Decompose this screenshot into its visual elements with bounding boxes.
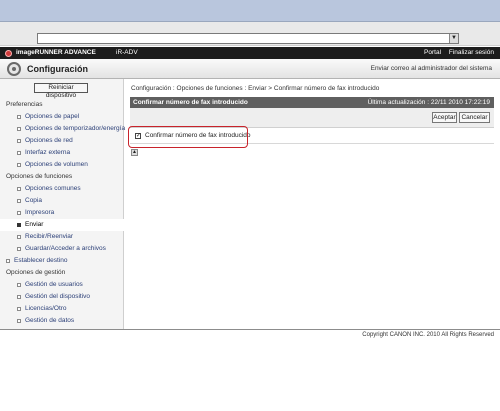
sidebar-item[interactable]: Copia [0,195,124,207]
sidebar-item-label: Gestión de usuarios [25,281,83,288]
mail-admin-link[interactable]: Enviar correo al administrador del siste… [371,65,492,72]
sidebar-item[interactable]: Opciones de volumen [0,159,124,171]
sidebar-item[interactable]: Guardar/Acceder a archivos [0,243,124,255]
accept-button[interactable]: Aceptar [432,112,457,123]
brand-links: Portal Finalizar sesión [418,49,494,56]
copyright-text: Copyright CANON INC. 2010 All Rights Res… [362,332,494,338]
footer: Copyright CANON INC. 2010 All Rights Res… [0,329,500,411]
sidebar-item[interactable]: Establecer destino [0,255,124,267]
bullet-icon [17,139,21,143]
action-bar: Aceptar Cancelar [130,108,494,128]
bullet-icon [17,187,21,191]
browser-title-bar [0,0,500,22]
bullet-icon [17,283,21,287]
bullet-icon [17,115,21,119]
device-model: iR-ADV [116,49,138,56]
bullet-icon [17,151,21,155]
highlight-outline [128,126,248,148]
sidebar-item-label: Opciones de temporizador/energía [25,125,126,132]
sidebar-item[interactable]: Gestión de usuarios [0,279,124,291]
sidebar-item-label: Impresora [25,209,55,216]
sidebar-item[interactable]: Recibir/Reenviar [0,231,124,243]
app-header: Configuración Enviar correo al administr… [0,59,500,79]
sidebar-section-heading: Opciones de funciones [6,173,73,180]
bullet-icon [17,199,21,203]
bullet-icon [17,307,21,311]
sidebar-item-label: Gestión de datos [25,317,75,324]
sidebar-nav: Preferencias Opciones de papel Opciones de… [0,99,126,327]
chevron-down-icon[interactable]: ▼ [449,34,458,43]
sidebar-item[interactable]: Licencias/Otro [0,303,124,315]
sidebar-item[interactable]: Gestión de datos [0,315,124,327]
sidebar-item-label: Opciones de papel [25,113,80,120]
bullet-icon [17,127,21,131]
logout-link[interactable]: Finalizar sesión [449,49,494,56]
scroll-top-icon[interactable]: ▲ [131,149,138,156]
sidebar: Reiniciar dispositivo Preferencias Opcion… [0,79,126,329]
sidebar-item-label: Guardar/Acceder a archivos [25,245,106,252]
sidebar-item-label: Recibir/Reenviar [25,233,74,240]
sidebar-item-label: Opciones comunes [25,185,81,192]
gear-icon [7,62,21,76]
sidebar-item[interactable]: Opciones de red [0,135,124,147]
bullet-icon [17,247,21,251]
sidebar-item-active[interactable]: Enviar [0,219,124,231]
sidebar-item[interactable]: Interfaz externa [0,147,124,159]
sidebar-item-label: Establecer destino [14,257,68,264]
sidebar-item-label: Copia [25,197,42,204]
reboot-device-button[interactable]: Reiniciar dispositivo [34,83,88,99]
bullet-icon [17,211,21,215]
sidebar-item-label: Opciones de red [25,137,73,144]
panel-title: Confirmar número de fax introducido [133,99,248,106]
sidebar-item-label: Licencias/Otro [25,305,67,312]
sidebar-section-heading: Preferencias [6,101,43,108]
sidebar-item[interactable]: Opciones comunes [0,183,124,195]
bullet-icon [17,223,21,227]
bullet-icon [17,319,21,323]
brand-bar: imageRUNNER ADVANCE iR-ADV Portal Finali… [0,47,500,59]
sidebar-item[interactable]: Impresora [0,207,124,219]
sidebar-item[interactable]: Opciones de temporizador/energía [0,123,126,135]
browser-address-row: ▼ [0,22,500,46]
canon-logo-icon [5,50,12,57]
last-updated: Última actualización : 22/11 2010 17:22:… [367,99,490,106]
bullet-icon [17,235,21,239]
sidebar-item-label: Enviar [25,221,44,228]
cancel-button[interactable]: Cancelar [459,112,490,123]
sidebar-item[interactable]: Gestión del dispositivo [0,291,124,303]
sidebar-item-label: Interfaz externa [25,149,71,156]
brand-name: imageRUNNER ADVANCE [16,49,96,56]
bullet-icon [17,163,21,167]
bullet-icon [17,295,21,299]
sidebar-item-label: Opciones de volumen [25,161,88,168]
portal-link[interactable]: Portal [424,49,441,56]
page-title: Configuración [27,64,88,74]
sidebar-item-label: Gestión del dispositivo [25,293,91,300]
panel-header: Confirmar número de fax introducido Últi… [130,97,494,108]
breadcrumb: Configuración : Opciones de funciones : … [131,85,380,92]
address-field[interactable]: ▼ [37,33,459,44]
bullet-icon [6,259,10,263]
main-content: Configuración : Opciones de funciones : … [124,79,500,329]
sidebar-item[interactable]: Opciones de papel [0,111,124,123]
sidebar-section-heading: Opciones de gestión [6,269,66,276]
